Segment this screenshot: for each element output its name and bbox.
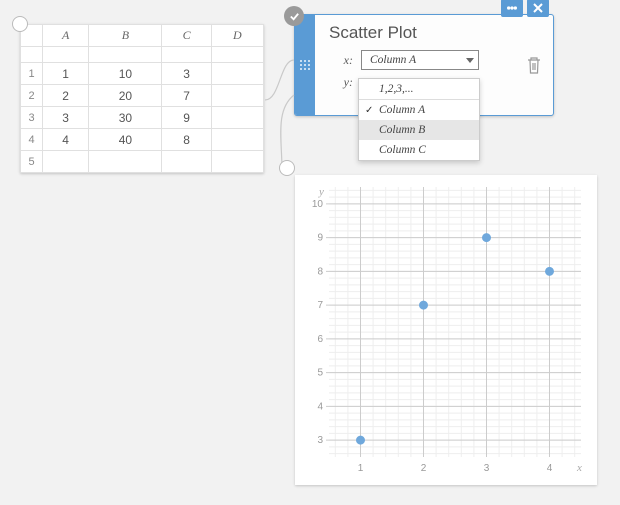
table-row: 5 bbox=[21, 151, 264, 173]
svg-text:3: 3 bbox=[484, 463, 490, 474]
column-dropdown: 1,2,3,... ✓ Column A Column B Column C bbox=[358, 78, 480, 161]
col-header[interactable]: A bbox=[43, 25, 89, 47]
row-header[interactable]: 3 bbox=[21, 107, 43, 129]
svg-text:9: 9 bbox=[317, 233, 323, 244]
table-cell[interactable] bbox=[211, 129, 263, 151]
svg-text:6: 6 bbox=[317, 334, 323, 345]
table-cell[interactable]: 30 bbox=[89, 107, 162, 129]
dropdown-option[interactable]: Column B bbox=[359, 120, 479, 140]
check-icon: ✓ bbox=[365, 105, 373, 116]
svg-text:2: 2 bbox=[421, 463, 427, 474]
chevron-down-icon bbox=[466, 58, 474, 63]
svg-text:4: 4 bbox=[317, 401, 323, 412]
table-cell[interactable]: 3 bbox=[43, 107, 89, 129]
svg-text:3: 3 bbox=[317, 435, 323, 446]
dropdown-option[interactable]: ✓ Column A bbox=[359, 100, 479, 120]
table-header-row: A B C D bbox=[21, 25, 264, 47]
table-cell[interactable] bbox=[162, 151, 211, 173]
col-header[interactable]: D bbox=[211, 25, 263, 47]
x-axis-label: x: bbox=[329, 53, 353, 68]
svg-text:4: 4 bbox=[547, 463, 553, 474]
table-cell[interactable]: 8 bbox=[162, 129, 211, 151]
dropdown-option[interactable]: 1,2,3,... bbox=[359, 79, 479, 100]
close-button[interactable] bbox=[527, 0, 549, 17]
table-cell[interactable] bbox=[211, 107, 263, 129]
table-cell[interactable] bbox=[89, 151, 162, 173]
table-row: 22207 bbox=[21, 85, 264, 107]
scatter-plot-panel: 1 2 3 4 3 4 5 6 7 8 9 10 x y bbox=[295, 175, 597, 485]
data-table[interactable]: A B C D 111032220733309444085 bbox=[20, 24, 264, 173]
svg-text:5: 5 bbox=[317, 368, 323, 379]
svg-text:8: 8 bbox=[317, 266, 323, 277]
table-cell[interactable]: 20 bbox=[89, 85, 162, 107]
selected-badge bbox=[284, 6, 304, 26]
x-column-select[interactable]: Column A bbox=[361, 50, 479, 70]
col-header[interactable]: B bbox=[89, 25, 162, 47]
delete-button[interactable] bbox=[525, 55, 543, 75]
dropdown-option-label: Column A bbox=[379, 104, 425, 116]
data-point[interactable] bbox=[545, 267, 554, 276]
x-column-value: Column A bbox=[370, 54, 416, 66]
table-cell[interactable]: 9 bbox=[162, 107, 211, 129]
col-header[interactable]: C bbox=[162, 25, 211, 47]
table-cell[interactable]: 3 bbox=[162, 63, 211, 85]
table-cell[interactable] bbox=[211, 63, 263, 85]
more-button[interactable] bbox=[501, 0, 523, 17]
dropdown-option-label: Column C bbox=[379, 144, 426, 156]
plot-handle[interactable] bbox=[279, 160, 295, 176]
data-point[interactable] bbox=[419, 301, 428, 310]
table-row: 33309 bbox=[21, 107, 264, 129]
scatter-plot[interactable]: 1 2 3 4 3 4 5 6 7 8 9 10 x y bbox=[301, 181, 591, 479]
svg-text:x: x bbox=[576, 462, 582, 474]
table-subheader-row bbox=[21, 47, 264, 63]
table-row: 11103 bbox=[21, 63, 264, 85]
dropdown-option-label: Column B bbox=[379, 124, 425, 136]
table-cell[interactable]: 7 bbox=[162, 85, 211, 107]
table-row: 44408 bbox=[21, 129, 264, 151]
table-cell[interactable]: 2 bbox=[43, 85, 89, 107]
table-cell[interactable]: 1 bbox=[43, 63, 89, 85]
dropdown-option[interactable]: Column C bbox=[359, 140, 479, 160]
table-cell[interactable] bbox=[43, 151, 89, 173]
drag-handle[interactable] bbox=[295, 15, 315, 115]
svg-text:y: y bbox=[318, 186, 324, 198]
row-header[interactable]: 4 bbox=[21, 129, 43, 151]
table-cell[interactable]: 40 bbox=[89, 129, 162, 151]
y-axis-label: y: bbox=[329, 75, 353, 90]
row-header[interactable]: 1 bbox=[21, 63, 43, 85]
row-header[interactable]: 2 bbox=[21, 85, 43, 107]
table-cell[interactable]: 4 bbox=[43, 129, 89, 151]
data-point[interactable] bbox=[482, 233, 491, 242]
svg-text:1: 1 bbox=[358, 463, 364, 474]
scatter-title: Scatter Plot bbox=[329, 23, 541, 43]
scatter-titlebar bbox=[501, 0, 549, 17]
data-point[interactable] bbox=[356, 436, 365, 445]
table-handle[interactable] bbox=[12, 16, 28, 32]
table-cell[interactable] bbox=[211, 85, 263, 107]
table-cell[interactable]: 10 bbox=[89, 63, 162, 85]
svg-text:7: 7 bbox=[317, 300, 323, 311]
row-header[interactable]: 5 bbox=[21, 151, 43, 173]
data-table-panel: A B C D 111032220733309444085 bbox=[20, 24, 264, 173]
table-cell[interactable] bbox=[211, 151, 263, 173]
dropdown-option-label: 1,2,3,... bbox=[379, 83, 414, 95]
svg-text:10: 10 bbox=[312, 199, 324, 210]
